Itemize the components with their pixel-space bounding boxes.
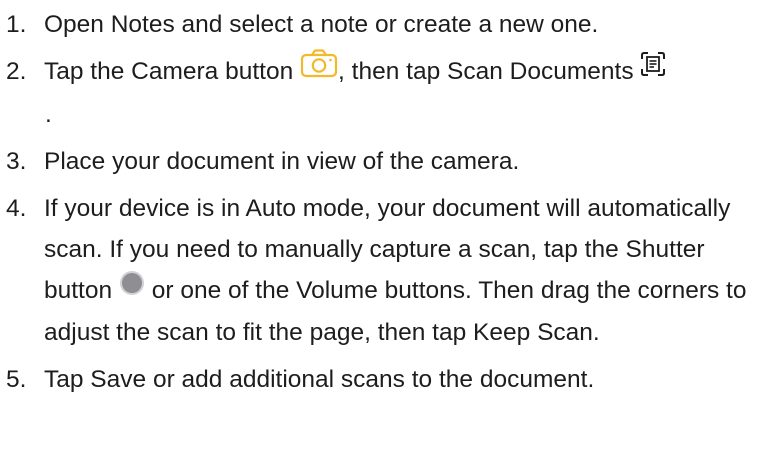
scan-documents-icon (640, 49, 666, 90)
step-text-before-camera: Tap the Camera button (44, 58, 301, 85)
step-text: Open Notes and select a note or create a… (44, 11, 599, 38)
step-number: 2. (6, 58, 27, 85)
shutter-icon (119, 268, 145, 309)
step-text-between: , then tap Scan Documents (338, 58, 641, 85)
step-5: 5. Tap Save or add additional scans to t… (0, 359, 776, 400)
camera-icon (300, 48, 338, 91)
step-text-after: . (45, 101, 52, 129)
step-number: 1. (6, 11, 27, 38)
step-text-after-shutter: or one of the Volume buttons. Then drag … (44, 277, 747, 347)
step-text: Tap Save or add additional scans to the … (44, 366, 595, 394)
step-text: Place your document in view of the camer… (44, 148, 520, 176)
step-4: 4. If your device is in Auto mode, your … (0, 188, 776, 353)
instructions-page: 1. Open Notes and select a note or creat… (0, 0, 776, 471)
step-3: 3. Place your document in view of the ca… (0, 141, 776, 182)
step-number: 5. (6, 366, 27, 394)
steps-list: 1. Open Notes and select a note or creat… (0, 4, 776, 400)
step-number: 4. (6, 195, 27, 223)
step-1: 1. Open Notes and select a note or creat… (0, 4, 776, 45)
step-number: 3. (6, 148, 27, 176)
step-2: 2. Tap the Camera button , then tap Scan… (0, 48, 776, 135)
